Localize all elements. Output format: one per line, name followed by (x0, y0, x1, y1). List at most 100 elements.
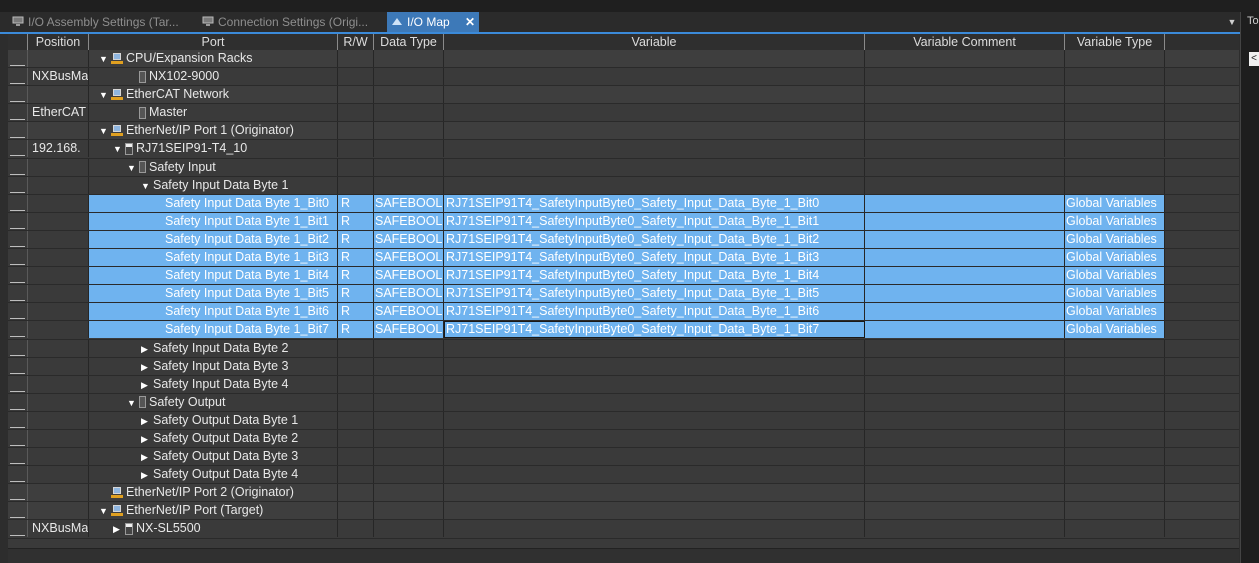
table-row[interactable]: ▼ Safety Input Data Byte 1 (8, 176, 1239, 195)
row-gutter[interactable] (8, 411, 28, 429)
tab-io-map[interactable]: I/O Map ✕ (387, 12, 479, 32)
variable-type-cell[interactable] (1065, 520, 1165, 538)
port-cell[interactable]: ▶ Safety Output Data Byte 1 (89, 411, 338, 429)
row-gutter[interactable] (8, 520, 28, 538)
variable-cell[interactable] (444, 122, 865, 140)
port-cell[interactable]: ▼ RJ71SEIP91-T4_10 (89, 140, 338, 158)
expand-arrow-icon[interactable]: ▶ (141, 377, 153, 393)
variable-comment-cell[interactable] (865, 520, 1065, 538)
variable-type-cell[interactable] (1065, 68, 1165, 86)
variable-cell[interactable] (444, 50, 865, 67)
header-position[interactable]: Position (28, 34, 89, 50)
row-gutter[interactable] (8, 194, 28, 212)
row-gutter[interactable] (8, 86, 28, 104)
close-icon[interactable]: ✕ (465, 12, 475, 32)
row-gutter[interactable] (8, 122, 28, 140)
row-gutter[interactable] (8, 429, 28, 447)
variable-cell[interactable] (444, 411, 865, 429)
collapse-arrow-icon[interactable]: ▼ (113, 141, 125, 157)
port-cell[interactable]: ▶ NX-SL5500 (89, 520, 338, 538)
variable-cell[interactable] (444, 520, 865, 538)
header-variable-type[interactable]: Variable Type (1065, 34, 1165, 50)
header-variable-comment[interactable]: Variable Comment (865, 34, 1065, 50)
collapse-arrow-icon[interactable]: ▼ (127, 395, 139, 411)
table-row[interactable]: Safety Input Data Byte 1_Bit2 R SAFEBOOL RJ… (8, 230, 1239, 250)
variable-type-cell[interactable]: Global Variables (1065, 321, 1165, 339)
variable-type-cell[interactable]: Global Variables (1065, 230, 1165, 248)
variable-type-cell[interactable]: Global Variables (1065, 267, 1165, 285)
variable-cell[interactable] (444, 158, 865, 176)
variable-comment-cell[interactable] (865, 393, 1065, 411)
variable-type-cell[interactable] (1065, 375, 1165, 393)
variable-type-cell[interactable] (1065, 158, 1165, 176)
row-gutter[interactable] (8, 68, 28, 86)
expand-arrow-icon[interactable]: ▶ (141, 449, 153, 465)
variable-cell[interactable] (444, 393, 865, 411)
row-gutter[interactable] (8, 484, 28, 502)
port-cell[interactable]: NX102-9000 (89, 68, 338, 86)
row-gutter[interactable] (8, 339, 28, 357)
variable-cell[interactable] (444, 86, 865, 104)
table-row[interactable]: 192.168. ▼ RJ71SEIP91-T4_10 (8, 140, 1239, 159)
table-row[interactable]: NXBusMa NX102-9000 (8, 68, 1239, 87)
table-row[interactable]: Safety Input Data Byte 1_Bit4 R SAFEBOOL RJ… (8, 267, 1239, 286)
table-row[interactable]: Safety Input Data Byte 1_Bit6 R SAFEBOOL RJ… (8, 303, 1239, 322)
variable-comment-cell[interactable] (865, 303, 1065, 321)
variable-comment-cell[interactable] (865, 122, 1065, 140)
row-gutter[interactable] (8, 230, 28, 248)
variable-type-cell[interactable] (1065, 466, 1165, 484)
row-gutter[interactable] (8, 140, 28, 158)
variable-cell[interactable] (444, 176, 865, 194)
row-gutter[interactable] (8, 249, 28, 267)
variable-type-cell[interactable] (1065, 393, 1165, 411)
variable-comment-cell[interactable] (865, 484, 1065, 502)
tab-connection-settings[interactable]: Connection Settings (Origi... (198, 12, 382, 32)
port-cell[interactable]: Safety Input Data Byte 1_Bit2 (89, 230, 338, 248)
variable-type-cell[interactable] (1065, 50, 1165, 67)
table-row[interactable]: ▶ Safety Input Data Byte 2 (8, 339, 1239, 358)
row-gutter[interactable] (8, 502, 28, 520)
table-row[interactable]: ▼ Safety Input (8, 158, 1239, 177)
table-row[interactable]: EtherNet/IP Port 2 (Originator) (8, 484, 1239, 503)
variable-cell[interactable]: RJ71SEIP91T4_SafetyInputByte0_Safety_Inp… (444, 285, 865, 303)
table-row[interactable]: Safety Input Data Byte 1_Bit5 R SAFEBOOL RJ… (8, 285, 1239, 304)
row-gutter[interactable] (8, 285, 28, 303)
variable-comment-cell[interactable] (865, 339, 1065, 357)
variable-type-cell[interactable]: Global Variables (1065, 249, 1165, 267)
row-gutter[interactable] (8, 357, 28, 375)
table-row[interactable]: Safety Input Data Byte 1_Bit7 R SAFEBOOL RJ… (8, 321, 1239, 340)
variable-comment-cell[interactable] (865, 68, 1065, 86)
collapse-arrow-icon[interactable]: ▼ (99, 51, 111, 67)
row-gutter[interactable] (8, 466, 28, 484)
variable-comment-cell[interactable] (865, 140, 1065, 158)
variable-cell[interactable]: RJ71SEIP91T4_SafetyInputByte0_Safety_Inp… (444, 303, 865, 321)
variable-comment-cell[interactable] (865, 158, 1065, 176)
port-cell[interactable]: ▶ Safety Output Data Byte 2 (89, 429, 338, 447)
collapse-arrow-icon[interactable]: ▼ (141, 178, 153, 194)
variable-cell[interactable] (444, 502, 865, 520)
header-port[interactable]: Port (89, 34, 338, 50)
variable-comment-cell[interactable] (865, 411, 1065, 429)
expand-arrow-icon[interactable]: ▶ (113, 521, 125, 537)
port-cell[interactable]: Safety Input Data Byte 1_Bit4 (89, 267, 338, 285)
variable-cell[interactable]: RJ71SEIP91T4_SafetyInputByte0_Safety_Inp… (444, 267, 865, 285)
table-row[interactable]: ▶ Safety Input Data Byte 4 (8, 375, 1239, 394)
variable-type-cell[interactable] (1065, 357, 1165, 375)
table-row[interactable]: Safety Input Data Byte 1_Bit3 R SAFEBOOL RJ… (8, 249, 1239, 268)
table-row[interactable]: ▼ Safety Output (8, 393, 1239, 412)
row-gutter[interactable] (8, 212, 28, 230)
expand-arrow-icon[interactable]: ▶ (141, 413, 153, 429)
variable-comment-cell[interactable] (865, 249, 1065, 267)
variable-cell[interactable] (444, 357, 865, 375)
port-cell[interactable]: ▼ Safety Input (89, 158, 338, 176)
variable-comment-cell[interactable] (865, 375, 1065, 393)
port-cell[interactable]: ▼ Safety Input Data Byte 1 (89, 176, 338, 194)
variable-cell[interactable] (444, 448, 865, 466)
variable-type-cell[interactable] (1065, 448, 1165, 466)
collapse-panel-button[interactable]: < (1249, 52, 1259, 66)
expand-arrow-icon[interactable]: ▶ (141, 359, 153, 375)
table-row[interactable]: ▼ CPU/Expansion Racks (8, 50, 1239, 69)
variable-comment-cell[interactable] (865, 176, 1065, 194)
table-row[interactable]: ▶ Safety Output Data Byte 1 (8, 411, 1239, 430)
variable-cell[interactable] (444, 140, 865, 158)
